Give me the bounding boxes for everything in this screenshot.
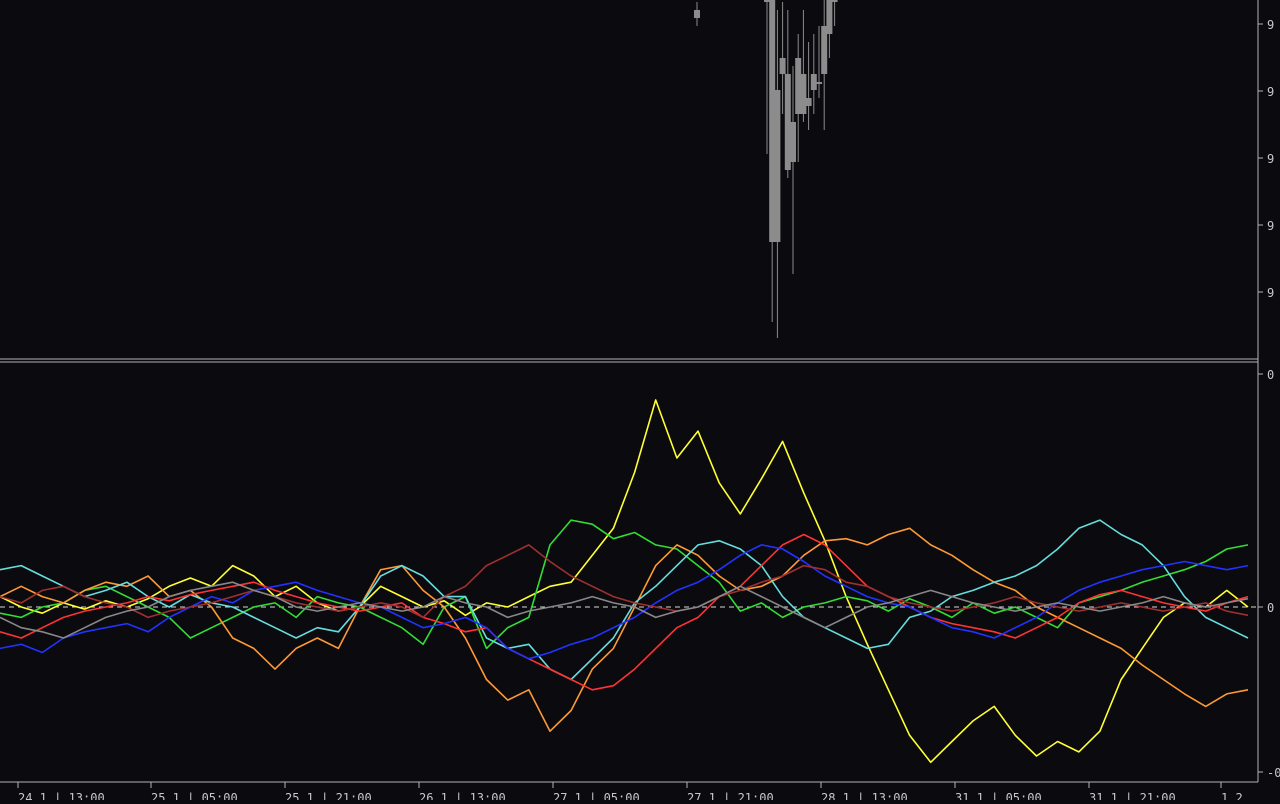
indicator-scale-bottom: -0 (1267, 766, 1280, 780)
time-label: 27.1 | 21:00 (687, 791, 774, 800)
price-label: 9 (1267, 85, 1274, 99)
candle-body[interactable] (769, 0, 776, 242)
price-label: 9 (1267, 286, 1274, 300)
indicator-scale-top: 0 (1267, 368, 1274, 382)
indicator-panel-bg[interactable] (0, 362, 1258, 782)
candle-body[interactable] (795, 58, 802, 114)
candle-body[interactable] (694, 10, 700, 18)
indicator-scale-zero: 0 (1267, 601, 1274, 615)
candle-body[interactable] (784, 74, 791, 170)
time-label: 1.2 (1221, 791, 1243, 800)
time-label: 27.1 | 05:00 (553, 791, 640, 800)
price-label: 9 (1267, 18, 1274, 32)
time-label: 25.1 | 05:00 (151, 791, 238, 800)
candle-body[interactable] (790, 122, 796, 162)
candle-body[interactable] (764, 0, 770, 2)
candle-body[interactable] (810, 74, 817, 90)
candle-body[interactable] (800, 74, 807, 114)
candle-body[interactable] (805, 98, 812, 106)
candle-body[interactable] (779, 58, 786, 74)
time-axis[interactable]: 24.1 | 13:00 25.1 | 05:00 25.1 | 21:00 26.1… (17, 782, 1243, 804)
price-label: 9 (1267, 219, 1274, 233)
candle-body[interactable] (774, 90, 781, 242)
time-label: 31.1 | 05:00 (955, 791, 1042, 800)
candle-body[interactable] (821, 26, 828, 74)
time-label: 25.1 | 21:00 (285, 791, 372, 800)
chart-canvas[interactable]: 9 9 9 9 9 0 0 -0 24.1 | 13:00 25.1 | 05:0… (0, 0, 1280, 804)
price-scale[interactable]: 9 9 9 9 9 (1258, 18, 1274, 300)
time-label: 28.1 | 13:00 (821, 791, 908, 800)
candle-body[interactable] (816, 82, 822, 84)
time-label: 24.1 | 13:00 (18, 791, 105, 800)
candle-body[interactable] (831, 0, 838, 2)
indicator-scale[interactable]: 0 0 -0 (1258, 368, 1280, 780)
trading-chart-window[interactable]: 9 9 9 9 9 0 0 -0 24.1 | 13:00 25.1 | 05:0… (0, 0, 1280, 804)
candle-body[interactable] (826, 0, 833, 34)
price-label: 9 (1267, 152, 1274, 166)
price-panel-bg[interactable] (0, 0, 1258, 358)
time-label: 31.1 | 21:00 (1089, 791, 1176, 800)
time-label: 26.1 | 13:00 (419, 791, 506, 800)
